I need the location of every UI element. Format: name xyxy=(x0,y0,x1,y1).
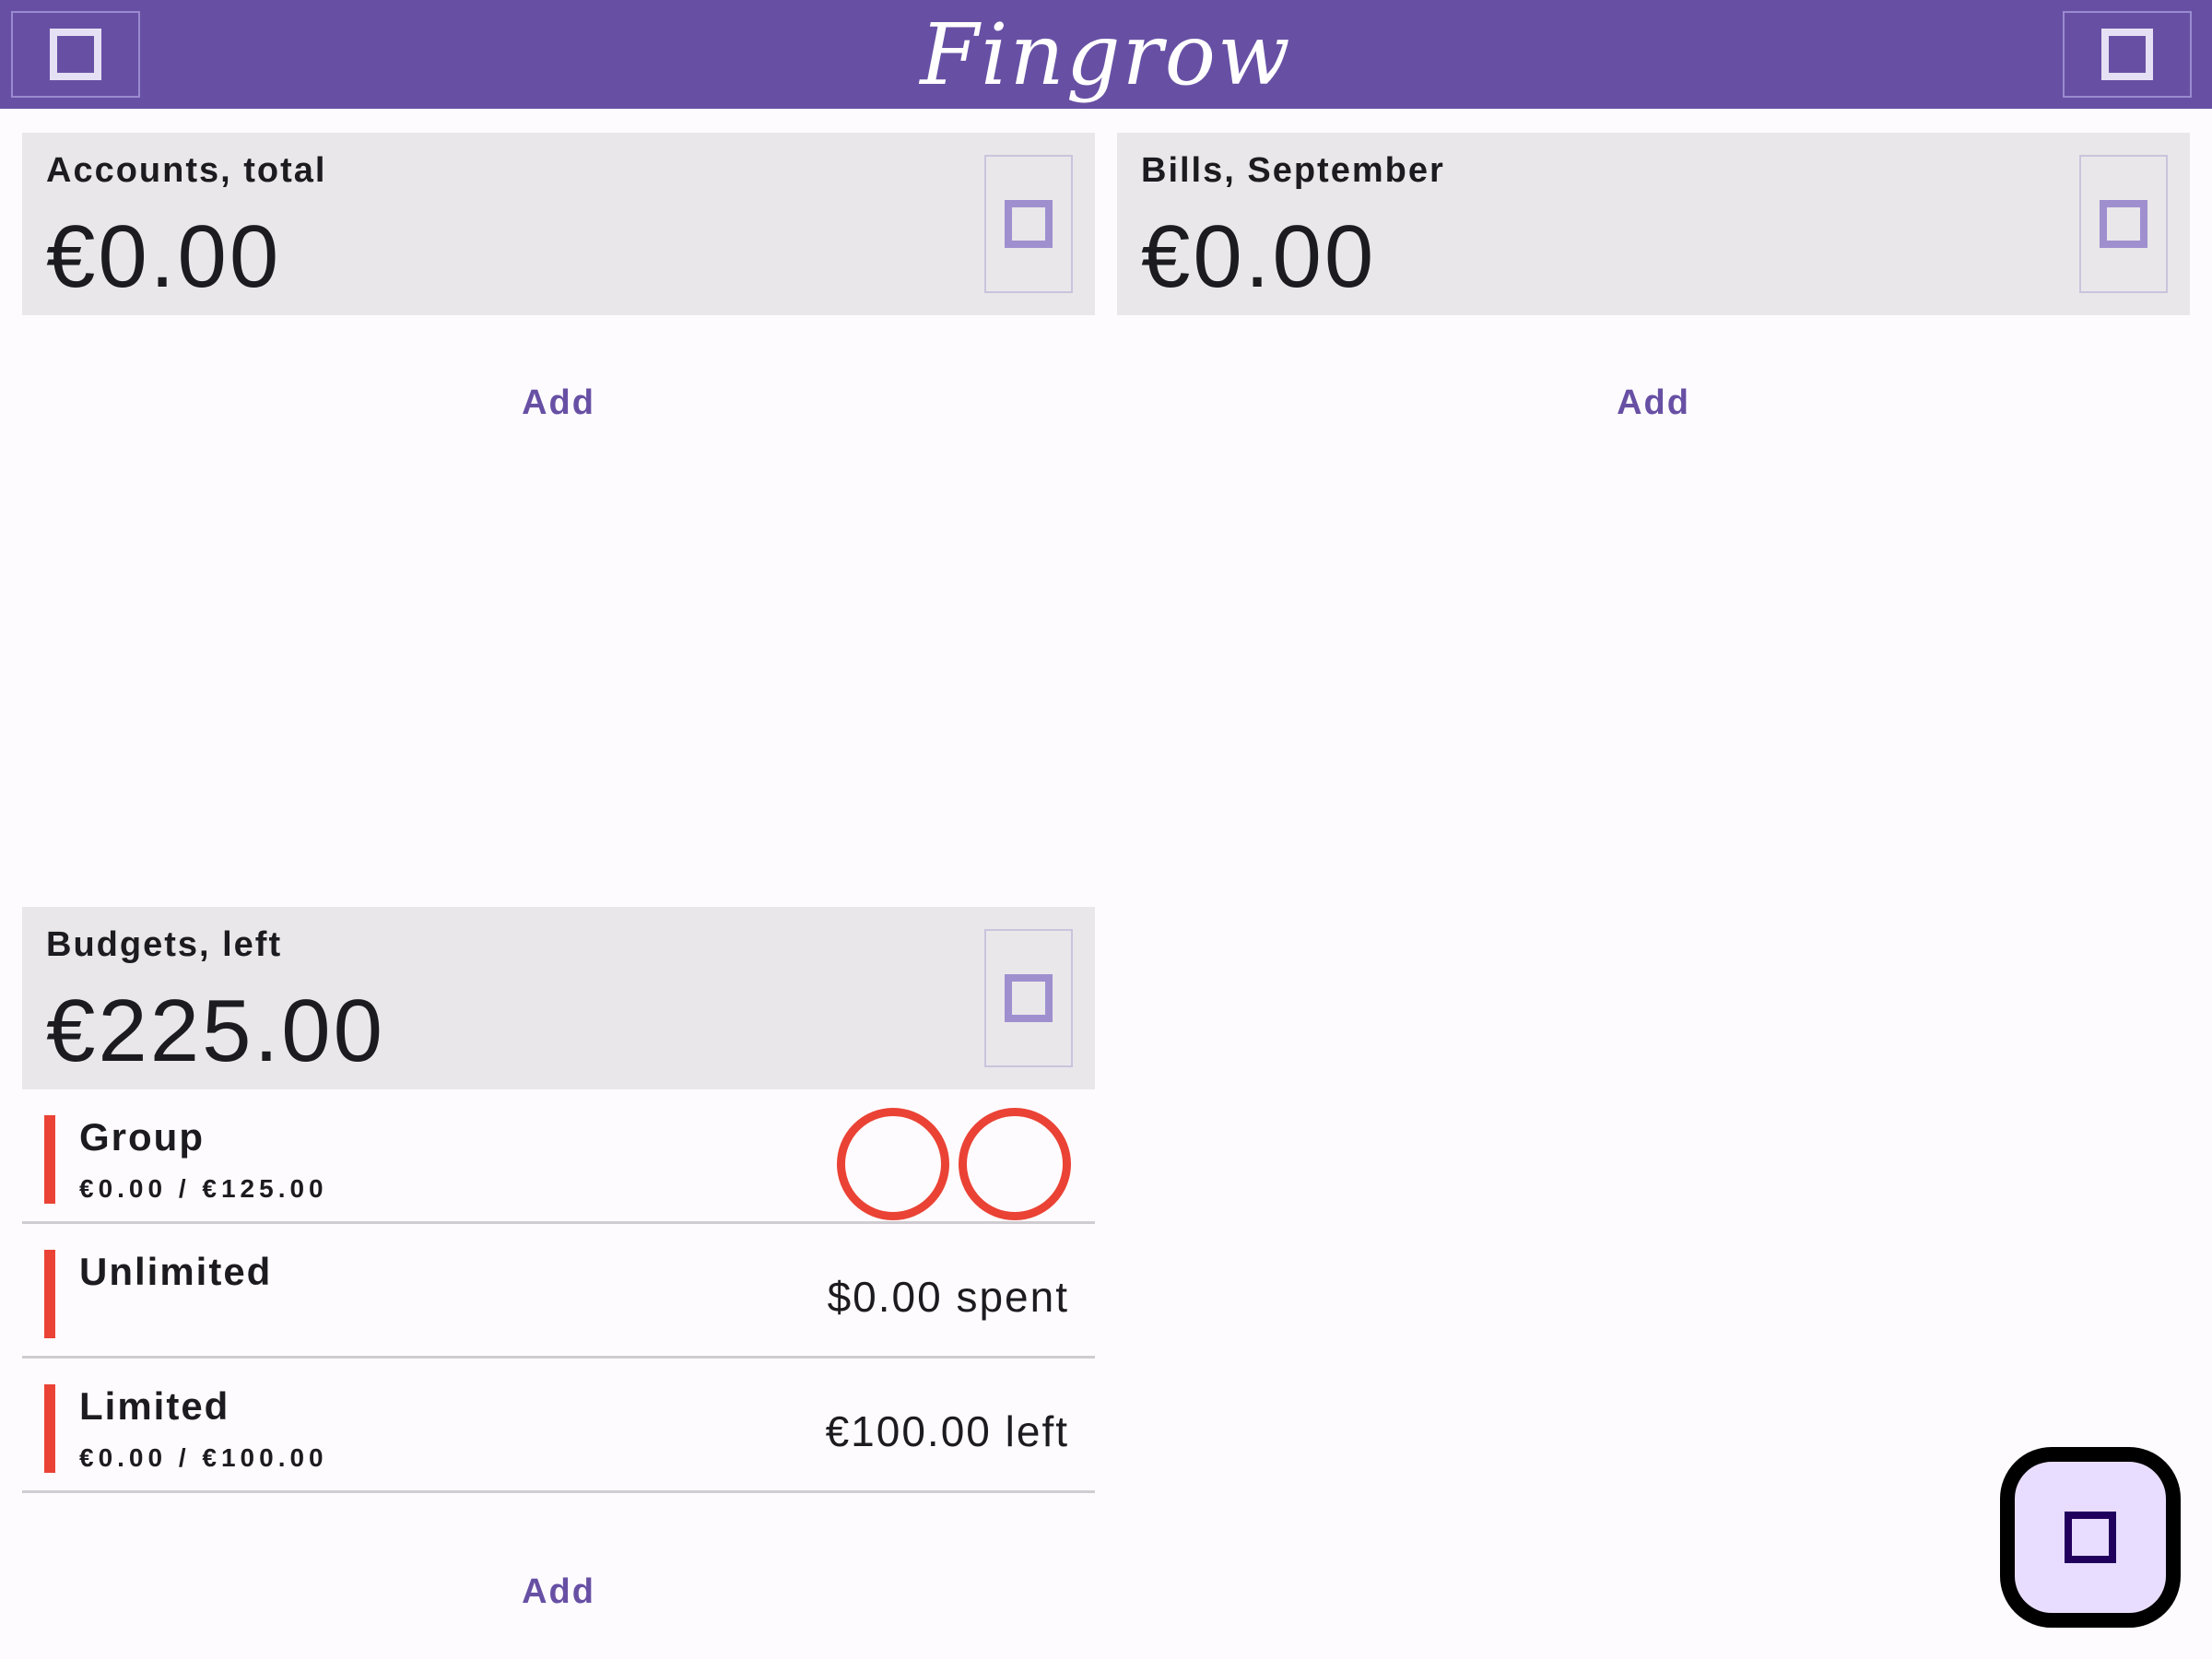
accounts-amount: €0.00 xyxy=(46,207,282,306)
budget-progress-ring xyxy=(837,1108,949,1220)
budget-progress-text: €0.00 / €100.00 xyxy=(79,1443,328,1472)
chevron-icon xyxy=(1005,974,1053,1022)
bills-title: Bills, September xyxy=(1141,151,1445,190)
budget-row-limited[interactable]: Limited €0.00 / €100.00 €100.00 left xyxy=(22,1359,1095,1493)
app-bar-action-button[interactable] xyxy=(2063,11,2192,98)
accounts-card-header: Accounts, total €0.00 xyxy=(22,133,1095,315)
app-logo: Fingrow xyxy=(920,5,1292,104)
budget-name: Limited xyxy=(79,1384,230,1428)
budget-row-unlimited[interactable]: Unlimited $0.00 spent xyxy=(22,1224,1095,1359)
bills-amount: €0.00 xyxy=(1141,207,1377,306)
budget-status: $0.00 spent xyxy=(827,1273,1069,1321)
budget-name: Group xyxy=(79,1115,205,1159)
budget-color-bar xyxy=(44,1115,55,1204)
bills-open-button[interactable] xyxy=(2079,155,2168,293)
chevron-icon xyxy=(2100,200,2147,248)
add-icon xyxy=(2065,1512,2116,1563)
budget-progress-ring xyxy=(959,1108,1071,1220)
floating-action-button[interactable] xyxy=(2000,1447,2181,1628)
budget-status: €100.00 left xyxy=(825,1407,1069,1455)
budget-row-group[interactable]: Group €0.00 / €125.00 xyxy=(22,1089,1095,1224)
menu-icon xyxy=(50,29,101,80)
settings-icon xyxy=(2101,29,2153,80)
budget-color-bar xyxy=(44,1250,55,1338)
budgets-add-button[interactable]: Add xyxy=(466,1572,651,1612)
budgets-title: Budgets, left xyxy=(46,925,283,964)
budgets-amount: €225.00 xyxy=(46,982,386,1080)
budgets-card-header: Budgets, left €225.00 xyxy=(22,907,1095,1089)
accounts-title: Accounts, total xyxy=(46,151,327,190)
budgets-open-button[interactable] xyxy=(984,929,1073,1067)
budget-color-bar xyxy=(44,1384,55,1473)
app-bar: Fingrow xyxy=(0,0,2212,109)
chevron-icon xyxy=(1005,200,1053,248)
bills-add-button[interactable]: Add xyxy=(1561,383,1746,423)
accounts-add-button[interactable]: Add xyxy=(466,383,651,423)
budget-name: Unlimited xyxy=(79,1250,273,1293)
bills-card-header: Bills, September €0.00 xyxy=(1117,133,2190,315)
menu-button[interactable] xyxy=(11,11,140,98)
accounts-open-button[interactable] xyxy=(984,155,1073,293)
budget-progress-text: €0.00 / €125.00 xyxy=(79,1174,328,1203)
